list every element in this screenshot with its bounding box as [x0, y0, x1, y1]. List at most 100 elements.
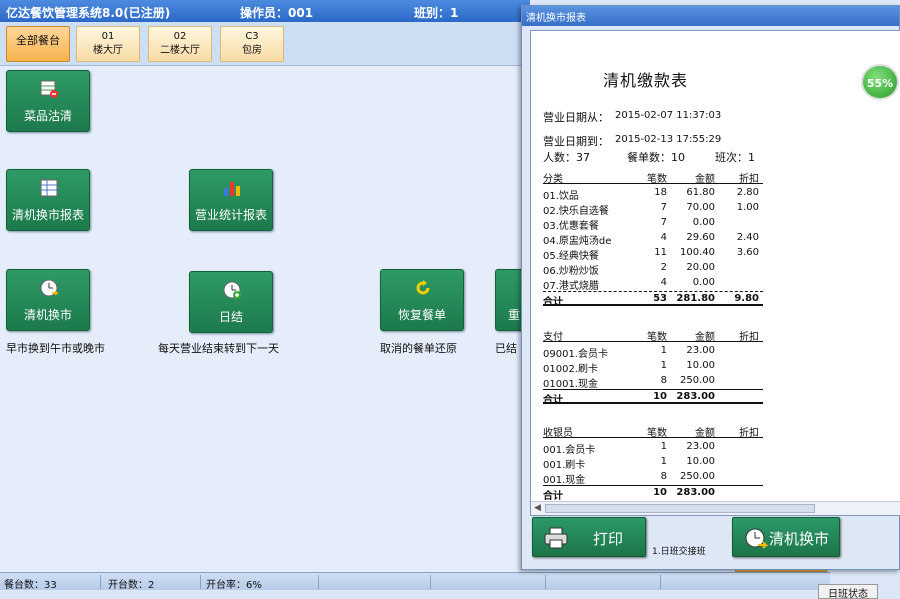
cell: 01.饮品 — [543, 191, 579, 202]
spreadsheet-icon — [40, 179, 58, 197]
shift-hint: 1.日班交接班 — [652, 547, 706, 557]
printer-icon — [544, 527, 568, 549]
clock-plus-icon — [223, 281, 241, 299]
table-row: 09001.会员卡 1 23.00 — [543, 344, 763, 360]
cell: 70.00 — [686, 202, 715, 213]
end-date-label: 营业日期到： — [543, 135, 609, 148]
cell: 3.60 — [736, 247, 759, 258]
shift-number: 班次：1 — [715, 151, 755, 164]
tab-floor-1[interactable]: 01 楼大厅 — [76, 26, 140, 62]
cell: 10.00 — [686, 456, 715, 467]
cell: 10 — [653, 391, 667, 402]
cell: 1 — [660, 441, 667, 452]
cell: 09001.会员卡 — [543, 349, 608, 360]
daily-close-button[interactable]: 日结 — [189, 271, 273, 333]
end-date-value: 2015-02-13 17:55:29 — [615, 134, 722, 145]
progress-badge: 55% — [861, 64, 899, 100]
cell: 001.现金 — [543, 475, 586, 486]
header-cell: 笔数 — [647, 332, 667, 343]
tab-private-rooms[interactable]: C3 包房 — [220, 26, 284, 62]
header-cell: 支付 — [543, 332, 563, 343]
cell: 281.80 — [676, 293, 715, 304]
total-row: 合计 10 283.00 — [543, 389, 763, 406]
horizontal-scrollbar[interactable]: ◀ — [531, 501, 900, 515]
cell: 18 — [654, 187, 667, 198]
table-header: 支付 笔数 金额 折扣 — [543, 327, 763, 343]
table-count: 餐台数：33 — [4, 580, 57, 591]
table-row: 05.经典快餐 11 100.40 3.60 — [543, 246, 763, 262]
shift-status-button[interactable]: 日班状态 — [818, 584, 878, 599]
header-cell: 金额 — [695, 332, 715, 343]
tile-label: 清机换市报表 — [11, 208, 84, 222]
print-label: 打印 — [593, 530, 624, 548]
cell: 07.港式烧腊 — [543, 281, 599, 292]
cell: 001.刷卡 — [543, 460, 586, 471]
cell: 03.优惠套餐 — [543, 221, 599, 232]
cell: 0.00 — [692, 277, 715, 288]
cell: 20.00 — [686, 262, 715, 273]
cell: 283.00 — [676, 487, 715, 498]
app-title: 亿达餐饮管理系统8.0(已注册) — [6, 6, 171, 20]
shift-change-label: 清机换市 — [769, 530, 830, 548]
operator-label: 操作员：001 — [240, 6, 314, 20]
tab-code: 01 — [101, 31, 115, 42]
shift-change-button[interactable]: 清机换市 — [6, 269, 90, 331]
cell: 01001.现金 — [543, 379, 598, 390]
header-cell: 金额 — [695, 174, 715, 185]
cashier-table: 收银员 笔数 金额 折扣 001.会员卡 1 23.00 001.刷卡 1 10.00 … — [543, 423, 763, 502]
scroll-left-icon[interactable]: ◀ — [534, 503, 541, 513]
table-row: 03.优惠套餐 7 0.00 — [543, 216, 763, 232]
cell: 10 — [653, 487, 667, 498]
cell: 10.00 — [686, 360, 715, 371]
cell: 1 — [660, 345, 667, 356]
scrollbar-thumb[interactable] — [545, 504, 815, 513]
table-row: 04.原盅炖汤de 4 29.60 2.40 — [543, 231, 763, 247]
status-separator — [200, 575, 201, 589]
tab-label: 包房 — [242, 45, 262, 56]
shift-change-dialog-button[interactable]: 清机换市 — [732, 517, 840, 557]
table-row: 02.快乐自选餐 7 70.00 1.00 — [543, 201, 763, 217]
table-clear-icon — [40, 80, 58, 98]
cell: 29.60 — [686, 232, 715, 243]
tab-all-tables[interactable]: 全部餐台 — [6, 26, 70, 62]
cell: 2.80 — [736, 187, 759, 198]
refresh-icon — [416, 280, 430, 295]
tab-code: 02 — [173, 31, 187, 42]
table-row: 01.饮品 18 61.80 2.80 — [543, 186, 763, 202]
cell: 0.00 — [692, 217, 715, 228]
tab-floor-2[interactable]: 02 二楼大厅 — [148, 26, 212, 62]
cell: 1 — [660, 360, 667, 371]
header-cell: 笔数 — [647, 174, 667, 185]
status-separator — [430, 575, 431, 589]
shift-report-button[interactable]: 清机换市报表 — [6, 169, 90, 231]
tile-label: 清机换市 — [23, 308, 72, 322]
cell: 8 — [660, 375, 667, 386]
report-paper: 清机缴款表 营业日期从： 2015-02-07 11:37:03 营业日期到： … — [543, 39, 893, 502]
payment-table: 支付 笔数 金额 折扣 09001.会员卡 1 23.00 01002.刷卡 1 10.… — [543, 327, 763, 406]
clear-dishes-button[interactable]: 菜品沽清 — [6, 70, 90, 132]
header-cell: 折扣 — [739, 428, 759, 439]
header-cell: 折扣 — [739, 174, 759, 185]
header-cell: 收银员 — [543, 428, 573, 439]
cell: 2.40 — [736, 232, 759, 243]
partial-caption: 已结 — [495, 342, 517, 355]
total-row: 合计 10 283.00 — [543, 485, 763, 502]
cell: 53 — [653, 293, 667, 304]
cell: 23.00 — [686, 345, 715, 356]
cell: 100.40 — [680, 247, 715, 258]
table-row: 01001.现金 8 250.00 — [543, 374, 763, 390]
report-preview[interactable]: 清机缴款表 营业日期从： 2015-02-07 11:37:03 营业日期到： … — [530, 30, 900, 516]
cell: 7 — [660, 202, 667, 213]
cell: 合计 — [543, 297, 563, 308]
tab-label: 二楼大厅 — [160, 45, 200, 56]
print-button[interactable]: 打印 — [532, 517, 646, 557]
report-window-titlebar[interactable]: 清机换市报表 — [522, 6, 899, 26]
tab-label: 全部餐台 — [16, 34, 60, 47]
restore-order-caption: 取消的餐单还原 — [380, 342, 457, 355]
total-row: 合计 53 281.80 9.80 — [543, 291, 763, 308]
restore-order-button[interactable]: 恢复餐单 — [380, 269, 464, 331]
cell: 4 — [660, 232, 667, 243]
people-count: 人数：37 — [543, 151, 590, 164]
cell: 250.00 — [680, 375, 715, 386]
business-report-button[interactable]: 营业统计报表 — [189, 169, 273, 231]
